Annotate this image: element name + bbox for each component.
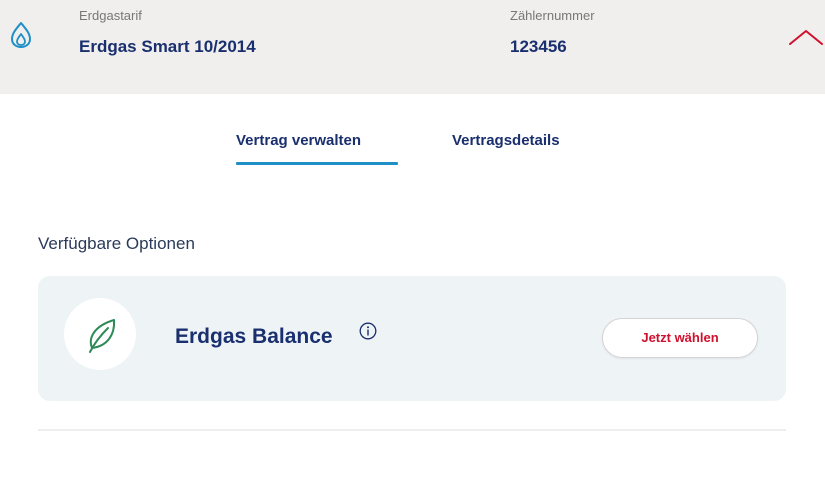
tab-vertrag-verwalten[interactable]: Vertrag verwalten: [236, 132, 361, 149]
option-icon-circle: [64, 298, 136, 370]
section-title: Verfügbare Optionen: [38, 234, 195, 253]
divider: [38, 429, 786, 431]
leaf-icon: [89, 319, 116, 353]
jetzt-waehlen-button[interactable]: Jetzt wählen: [602, 318, 758, 358]
active-tab-indicator: [236, 162, 398, 165]
chevron-up-icon[interactable]: [786, 22, 825, 52]
tariff-value: Erdgas Smart 10/2014: [79, 37, 256, 56]
tab-vertragsdetails[interactable]: Vertragsdetails: [452, 132, 560, 149]
option-card-erdgas-balance: Erdgas Balance Jetzt wählen: [38, 276, 786, 401]
contract-tabs: Vertrag verwalten Vertragsdetails: [0, 128, 825, 168]
meter-number-value: 123456: [510, 37, 567, 56]
option-name: Erdgas Balance: [175, 325, 333, 348]
meter-number-label: Zählernummer: [510, 8, 595, 23]
page: Erdgastarif Erdgas Smart 10/2014 Zählern…: [0, 0, 825, 484]
contract-header: Erdgastarif Erdgas Smart 10/2014 Zählern…: [0, 0, 825, 94]
tariff-label: Erdgastarif: [79, 8, 142, 23]
info-icon[interactable]: [359, 322, 377, 340]
flame-icon: [11, 22, 31, 48]
